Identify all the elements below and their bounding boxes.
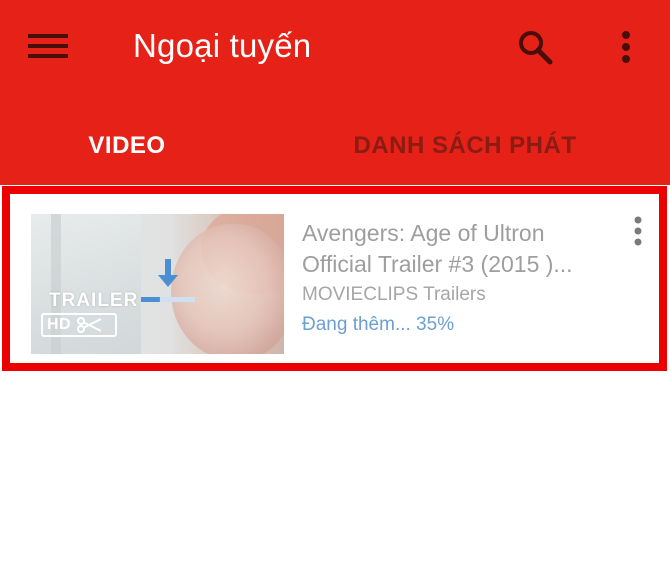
video-title-line-1: Avengers: Age of Ultron — [302, 220, 545, 246]
hd-badge: HD — [41, 313, 117, 337]
hamburger-menu-icon[interactable] — [22, 24, 74, 68]
download-status: Đang thêm... 35% — [302, 314, 455, 335]
video-list-item[interactable]: TRAILER HD Avengers: Age of Ultron Offic… — [20, 202, 660, 357]
more-vert-icon[interactable] — [626, 214, 650, 248]
download-arrow-icon — [141, 259, 195, 309]
hd-label: HD — [47, 316, 72, 333]
more-vert-icon[interactable] — [604, 24, 648, 70]
video-thumbnail[interactable]: TRAILER HD — [31, 214, 284, 354]
channel-name: MOVIECLIPS Trailers — [302, 284, 486, 305]
tab-playlists[interactable]: DANH SÁCH PHÁT — [330, 115, 600, 177]
video-title-line-2: Official Trailer #3 (2015 )... — [302, 251, 573, 277]
video-title[interactable]: Avengers: Age of Ultron Official Trailer… — [302, 218, 622, 280]
tab-bar: VIDEO DANH SÁCH PHÁT — [0, 115, 670, 177]
app-bar: Ngoại tuyến VIDEO DANH SÁCH PHÁT — [0, 0, 670, 185]
page-title: Ngoại tuyến — [133, 27, 312, 64]
tab-video[interactable]: VIDEO — [0, 115, 254, 177]
scissors-icon — [77, 317, 103, 333]
highlighted-video-item: TRAILER HD Avengers: Age of Ultron Offic… — [2, 186, 667, 371]
search-icon[interactable] — [510, 24, 560, 70]
trailer-label: TRAILER — [49, 290, 139, 311]
download-progress-fill — [141, 297, 160, 302]
